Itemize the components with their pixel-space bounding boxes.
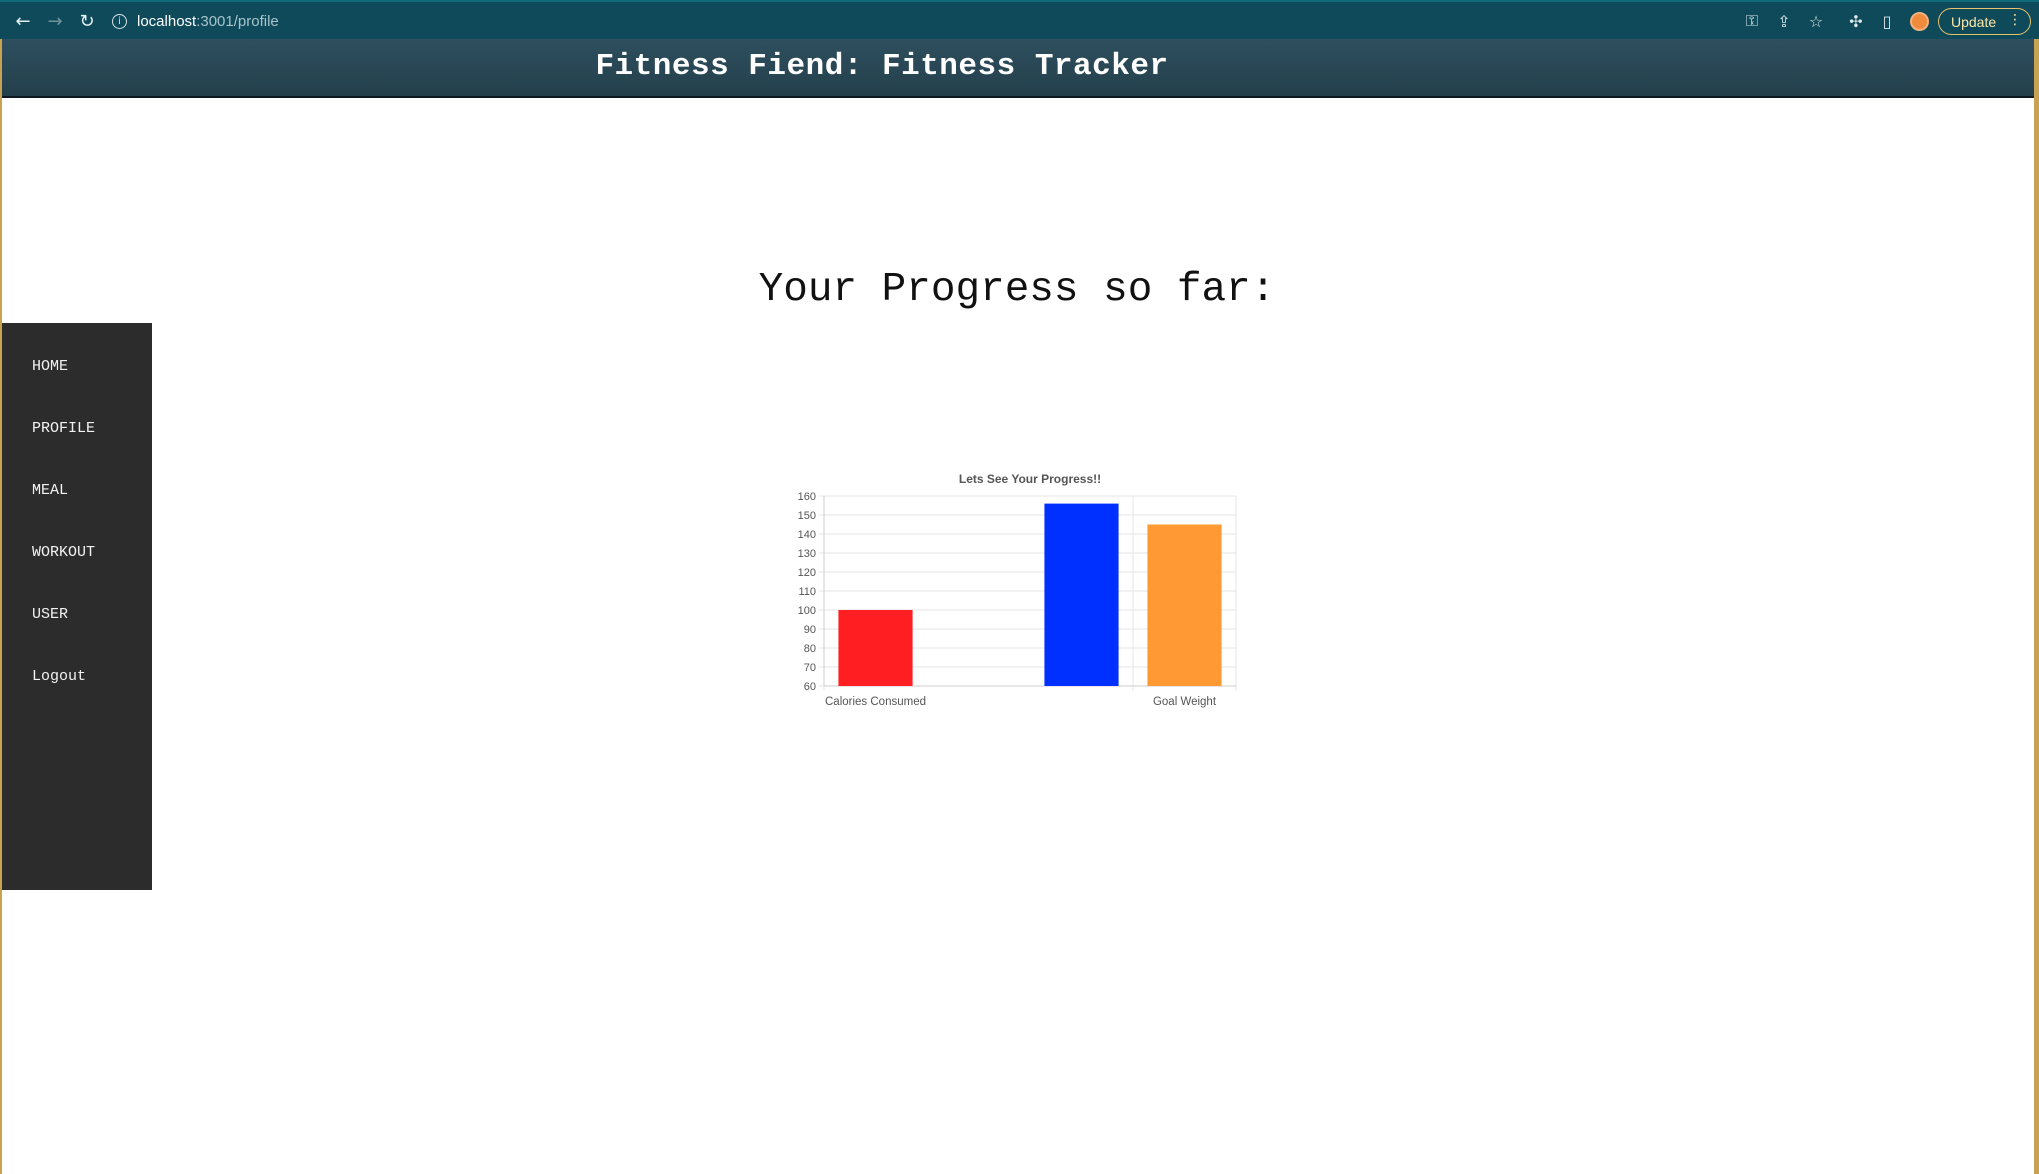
bar-1 bbox=[1044, 503, 1119, 686]
progress-chart-svg: Lets See Your Progress!! 60 70 80 90 100 110 12… bbox=[798, 472, 1237, 708]
url-host: localhost bbox=[137, 13, 197, 30]
y-tick-label: 70 bbox=[804, 662, 816, 674]
browser-toolbar: ← → ↻ i localhost:3001/profile ⚿ ⇪ ☆ ✣ ▯… bbox=[0, 0, 2039, 39]
y-tick-label: 120 bbox=[798, 567, 816, 579]
y-tick-label: 60 bbox=[804, 681, 816, 693]
y-tick-label: 100 bbox=[798, 605, 816, 617]
reload-icon[interactable]: ↻ bbox=[74, 8, 100, 34]
bookmark-star-icon[interactable]: ☆ bbox=[1805, 10, 1827, 32]
y-tick-label: 130 bbox=[798, 548, 816, 560]
y-tick-label: 90 bbox=[804, 624, 816, 636]
sidebar-item-profile[interactable]: PROFILE bbox=[2, 407, 152, 469]
x-tick-label: Calories Consumed bbox=[825, 696, 926, 708]
y-tick-label: 80 bbox=[804, 643, 816, 655]
sidebar-nav: HOME PROFILE MEAL WORKOUT USER Logout bbox=[2, 323, 152, 890]
y-tick-label: 150 bbox=[798, 510, 816, 522]
back-arrow-icon[interactable]: ← bbox=[10, 8, 36, 34]
share-icon[interactable]: ⇪ bbox=[1773, 10, 1795, 32]
sidebar-item-user[interactable]: USER bbox=[2, 593, 152, 655]
progress-heading: Your Progress so far: bbox=[758, 267, 1276, 313]
sidebar-item-meal[interactable]: MEAL bbox=[2, 469, 152, 531]
sidebar-item-logout[interactable]: Logout bbox=[2, 655, 152, 717]
forward-arrow-icon[interactable]: → bbox=[42, 8, 68, 34]
y-tick-label: 140 bbox=[798, 529, 816, 541]
bar-2 bbox=[1147, 524, 1222, 686]
site-info-icon[interactable]: i bbox=[112, 14, 127, 29]
update-label: Update bbox=[1951, 13, 1997, 30]
site-header: Fitness Fiend: Fitness Tracker bbox=[2, 39, 2034, 98]
update-button[interactable]: Update ⋮ bbox=[1938, 8, 2031, 35]
bar-0 bbox=[838, 610, 913, 686]
progress-chart: Lets See Your Progress!! 60 70 80 90 100 110 12… bbox=[782, 423, 1252, 723]
more-menu-icon[interactable]: ⋮ bbox=[2008, 12, 2022, 28]
site-title: Fitness Fiend: Fitness Tracker bbox=[595, 49, 1169, 84]
x-tick-label: Goal Weight bbox=[1153, 696, 1217, 708]
address-bar[interactable]: i localhost:3001/profile bbox=[112, 7, 1752, 36]
profile-avatar[interactable] bbox=[1910, 12, 1929, 31]
sidebar-item-workout[interactable]: WORKOUT bbox=[2, 531, 152, 593]
side-panel-icon[interactable]: ▯ bbox=[1876, 10, 1898, 32]
key-icon[interactable]: ⚿ bbox=[1741, 10, 1763, 32]
sidebar-item-home[interactable]: HOME bbox=[2, 345, 152, 407]
url-path: :3001/profile bbox=[196, 13, 279, 30]
y-tick-label: 110 bbox=[798, 586, 816, 598]
chart-title: Lets See Your Progress!! bbox=[959, 472, 1101, 486]
extensions-puzzle-icon[interactable]: ✣ bbox=[1845, 10, 1867, 32]
y-tick-label: 160 bbox=[798, 491, 816, 503]
page-body: Fitness Fiend: Fitness Tracker Your Prog… bbox=[2, 39, 2034, 1174]
